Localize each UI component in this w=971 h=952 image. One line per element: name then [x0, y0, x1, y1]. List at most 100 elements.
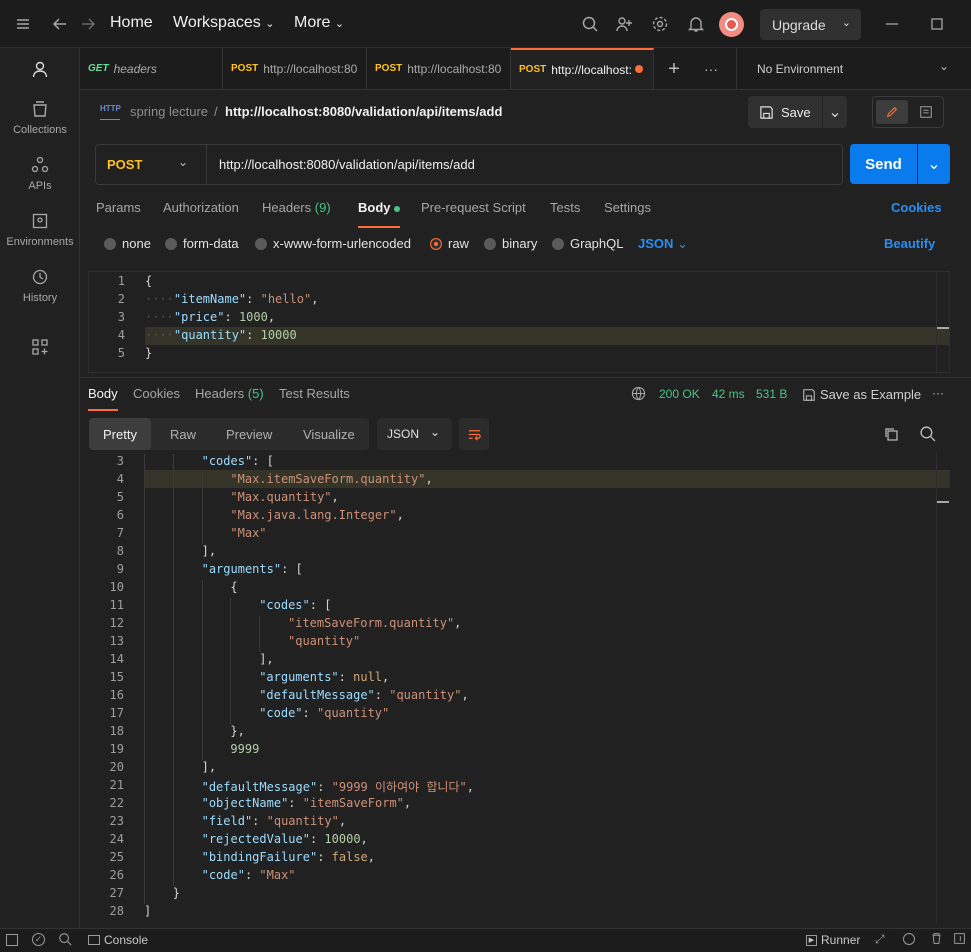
tab-headers[interactable]: GET headers [80, 48, 223, 89]
maximize-icon[interactable] [925, 12, 949, 36]
save-button[interactable]: Save [748, 96, 822, 128]
tab-headers-request[interactable]: Headers (9) [262, 200, 331, 228]
send-button[interactable]: Send [850, 144, 917, 184]
view-visualize[interactable]: Visualize [303, 418, 355, 450]
code-line: ], [202, 544, 216, 558]
json-punct: : [317, 780, 332, 794]
tab-settings[interactable]: Settings [604, 200, 651, 228]
json-key: "itemName" [173, 292, 247, 306]
response-tab-test-results[interactable]: Test Results [279, 386, 350, 401]
documentation-icon[interactable] [911, 100, 941, 124]
view-raw[interactable]: Raw [170, 418, 196, 450]
send-dropdown-chevron-icon[interactable]: ⌄ [918, 144, 950, 184]
status-code[interactable]: 200 OK [659, 387, 700, 401]
code-line: "Max.java.lang.Integer", [230, 508, 403, 522]
response-body[interactable]: 3 "codes": [4 "Max.itemSaveForm.quantity",… [80, 452, 950, 924]
response-size[interactable]: 531 B [756, 387, 787, 401]
forward-arrow-icon[interactable] [76, 12, 100, 36]
console-label: Console [104, 933, 149, 947]
line-number: 12 [109, 616, 124, 630]
tab-post-1[interactable]: POST http://localhost:80 [223, 48, 367, 89]
save-as-example-label: Save as Example [820, 387, 922, 402]
history-icon [32, 269, 48, 285]
beautify-link[interactable]: Beautify [884, 236, 935, 251]
tab-authorization[interactable]: Authorization [163, 200, 239, 228]
breadcrumb-collection[interactable]: spring lecture [130, 104, 208, 119]
cookies-link[interactable]: Cookies [891, 200, 942, 215]
radio-binary[interactable]: binary [484, 236, 537, 251]
url-bar: POST ⌄ http://localhost:8080/validation/… [95, 144, 843, 185]
response-time[interactable]: 42 ms [712, 387, 745, 401]
trash-icon[interactable] [930, 932, 943, 948]
upgrade-button[interactable]: Upgrade ⌄ [760, 9, 861, 40]
response-headers-count: (5) [247, 386, 264, 401]
minimize-icon[interactable] [880, 12, 904, 36]
more-menu[interactable]: More ⌄ [294, 14, 344, 32]
radio-raw[interactable]: raw [430, 236, 469, 251]
response-tab-cookies[interactable]: Cookies [133, 386, 180, 401]
invite-user-icon[interactable] [612, 12, 636, 36]
sidebar-item-history[interactable]: History [0, 268, 80, 304]
help-icon[interactable] [953, 932, 966, 948]
code-token: } [145, 346, 153, 360]
sidebar-item-environments[interactable]: Environments [0, 212, 80, 248]
find-icon[interactable] [58, 932, 72, 949]
view-preview[interactable]: Preview [226, 418, 272, 450]
wrap-lines-icon[interactable] [459, 418, 489, 450]
response-options-ellipsis-icon[interactable]: ··· [932, 386, 944, 400]
radio-urlencoded[interactable]: x-www-form-urlencoded [255, 236, 411, 251]
breadcrumb-request-name[interactable]: http://localhost:8080/validation/api/ite… [225, 104, 502, 119]
search-icon[interactable] [578, 12, 602, 36]
console-button[interactable]: Console [88, 933, 148, 947]
json-punct: : [244, 868, 260, 882]
radio-graphql[interactable]: GraphQL [552, 236, 623, 251]
home-menu[interactable]: Home [110, 14, 153, 32]
indent-guide [172, 490, 174, 508]
add-workbench-icon[interactable] [0, 338, 80, 362]
proxy-icon[interactable]: ⤢ [875, 932, 885, 947]
search-response-icon[interactable] [919, 425, 936, 447]
edit-pencil-icon[interactable] [876, 100, 908, 124]
sidebar-item-collections[interactable]: Collections [0, 100, 80, 136]
sidebar-item-apis[interactable]: APIs [0, 156, 80, 192]
line-number: 14 [109, 652, 124, 666]
toggle-sidebar-icon[interactable] [6, 934, 18, 946]
tab-body[interactable]: Body [358, 200, 401, 228]
tab-pre-request-script[interactable]: Pre-request Script [421, 200, 526, 228]
tab-post-2[interactable]: POST http://localhost:80 [367, 48, 511, 89]
tab-post-active[interactable]: POST http://localhost: [511, 48, 654, 89]
save-as-example-button[interactable]: Save as Example [802, 386, 921, 404]
response-tab-body[interactable]: Body [88, 386, 118, 411]
globe-icon[interactable] [631, 386, 647, 402]
environment-selector[interactable]: No Environment ⌄ [736, 48, 971, 89]
new-tab-plus-icon[interactable]: + [663, 58, 685, 80]
request-body-editor[interactable]: 1 {2 ····"itemName": "hello", 3 ····"price":… [88, 271, 950, 373]
online-status-icon[interactable]: ✓ [32, 933, 45, 946]
save-dropdown-chevron-icon[interactable]: ⌄ [823, 96, 847, 128]
response-format-select[interactable]: JSON ⌄ [377, 418, 452, 450]
editor-scrollbar[interactable] [936, 272, 950, 372]
indent-guide [144, 544, 145, 562]
runner-button[interactable]: ▶ Runner [806, 933, 860, 947]
copy-icon[interactable] [883, 426, 899, 447]
settings-gear-icon[interactable] [648, 12, 672, 36]
view-pretty[interactable]: Pretty [89, 418, 151, 450]
response-tab-headers[interactable]: Headers (5) [195, 386, 264, 401]
radio-dot [484, 237, 496, 250]
back-arrow-icon[interactable] [48, 12, 72, 36]
body-format-select[interactable]: JSON ⌄ [638, 236, 688, 252]
radio-none[interactable]: none [104, 236, 151, 251]
user-icon[interactable] [0, 60, 80, 84]
method-select[interactable]: POST ⌄ [96, 145, 207, 184]
cookies-icon[interactable] [903, 933, 915, 945]
avatar[interactable] [719, 12, 744, 37]
tab-tests[interactable]: Tests [550, 200, 580, 228]
hamburger-menu-icon[interactable] [11, 12, 35, 36]
tab-params[interactable]: Params [96, 200, 141, 228]
response-scrollbar[interactable] [936, 452, 950, 924]
radio-form-data[interactable]: form-data [165, 236, 239, 251]
tab-options-ellipsis-icon[interactable]: ··· [700, 58, 722, 80]
workspaces-menu[interactable]: Workspaces ⌄ [173, 14, 274, 32]
url-input[interactable]: http://localhost:8080/validation/api/ite… [219, 157, 475, 172]
notifications-bell-icon[interactable] [684, 12, 708, 36]
